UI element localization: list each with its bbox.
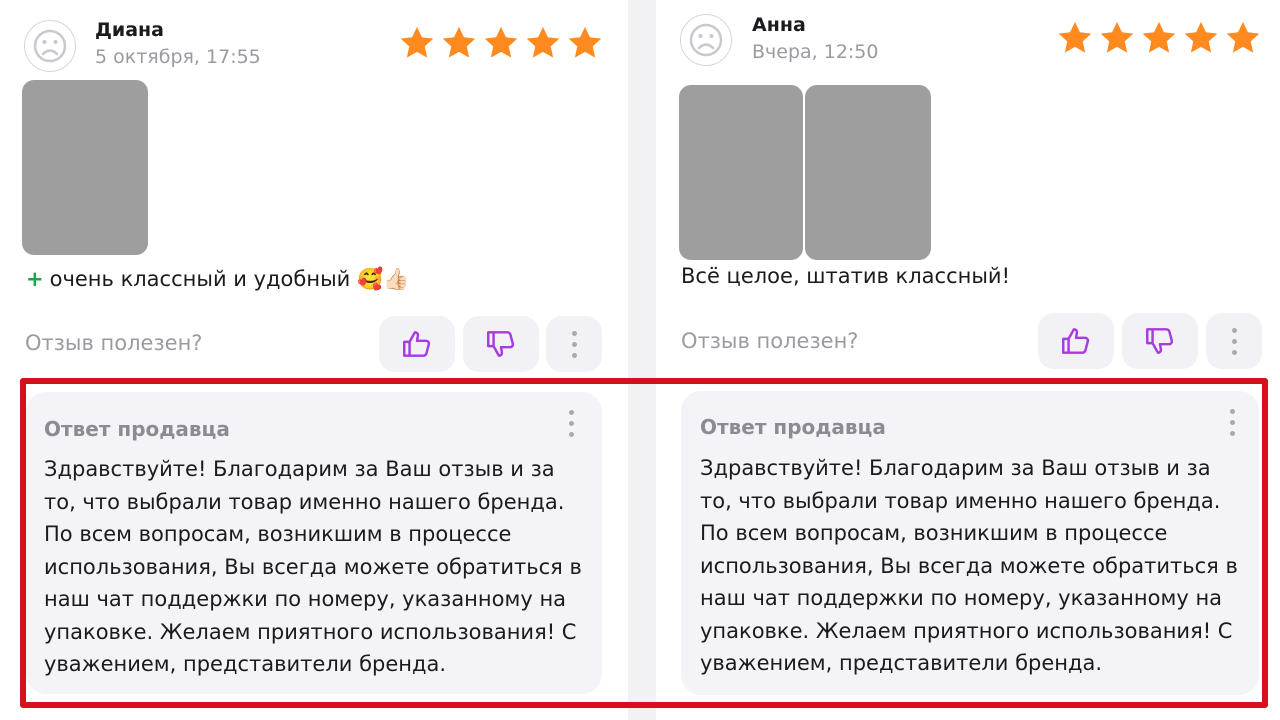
seller-reply-text: Здравствуйте! Благодарим за Ваш отзыв и …	[44, 457, 582, 676]
star-icon	[568, 26, 602, 58]
thumbs-down-icon	[487, 331, 515, 357]
more-vertical-icon	[571, 330, 577, 358]
seller-reply-title: Ответ продавца	[700, 415, 886, 439]
review-card-1: Диана 5 октября, 17:55 + очень классный и…	[0, 0, 628, 720]
review-date: Вчера, 12:50	[752, 41, 879, 63]
star-icon	[400, 26, 434, 58]
star-icon	[1058, 21, 1092, 53]
seller-reply: Ответ продавца Здравствуйте! Благодарим …	[26, 392, 602, 694]
review-card-2: Анна Вчера, 12:50 Всё целое, штатив клас…	[656, 0, 1280, 720]
dislike-button[interactable]	[1122, 313, 1198, 369]
thumbs-down-icon	[1146, 328, 1174, 354]
sad-face-avatar-icon	[24, 20, 76, 72]
review-text: Всё целое, штатив классный!	[681, 264, 1010, 288]
seller-reply: Ответ продавца Здравствуйте! Благодарим …	[681, 391, 1259, 695]
star-icon	[442, 26, 476, 58]
more-vertical-icon	[569, 410, 574, 437]
more-vertical-icon	[1230, 409, 1235, 436]
review-photo[interactable]	[805, 85, 931, 260]
review-author: Диана	[95, 19, 165, 41]
star-icon	[1226, 21, 1260, 53]
helpful-label: Отзыв полезен?	[25, 331, 203, 355]
review-photo[interactable]	[679, 85, 803, 260]
sad-face-avatar-icon	[680, 14, 732, 66]
screen: Диана 5 октября, 17:55 + очень классный и…	[0, 0, 1280, 720]
seller-reply-text: Здравствуйте! Благодарим за Ваш отзыв и …	[700, 456, 1238, 675]
thumbs-up-icon	[1062, 328, 1090, 354]
star-icon	[1100, 21, 1134, 53]
helpful-label: Отзыв полезен?	[681, 329, 859, 353]
star-icon	[484, 26, 518, 58]
thumbs-up-icon	[403, 331, 431, 357]
star-icon	[526, 26, 560, 58]
dislike-button[interactable]	[463, 316, 539, 372]
more-vertical-icon	[1231, 327, 1237, 355]
review-text: + очень классный и удобный 🥰👍🏻	[26, 267, 409, 292]
reply-more-button[interactable]	[569, 410, 574, 437]
review-text-content: очень классный и удобный 🥰👍🏻	[49, 267, 410, 291]
review-photo[interactable]	[22, 80, 148, 255]
like-button[interactable]	[1038, 313, 1114, 369]
star-icon	[1142, 21, 1176, 53]
review-author: Анна	[752, 14, 806, 36]
seller-reply-title: Ответ продавца	[44, 417, 230, 441]
like-button[interactable]	[379, 316, 455, 372]
review-more-button[interactable]	[546, 316, 602, 372]
rating-stars	[1056, 19, 1262, 57]
rating-stars	[398, 24, 604, 62]
plus-icon: +	[26, 267, 44, 291]
review-more-button[interactable]	[1206, 313, 1262, 369]
star-icon	[1184, 21, 1218, 53]
reply-more-button[interactable]	[1230, 409, 1235, 436]
review-date: 5 октября, 17:55	[95, 46, 261, 68]
